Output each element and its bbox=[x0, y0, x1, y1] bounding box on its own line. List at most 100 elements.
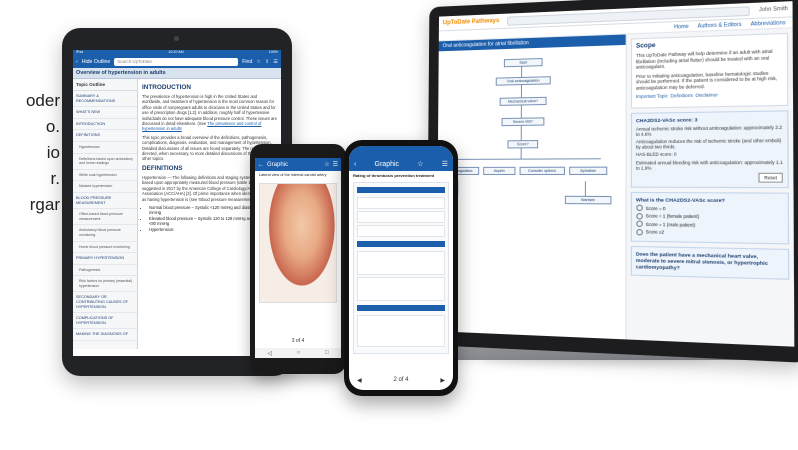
outline-subitem[interactable]: Definitions based upon ambulatory and ho… bbox=[73, 154, 137, 170]
user-menu[interactable]: John Smith bbox=[759, 6, 788, 14]
option-label: Score = 1 (female patient) bbox=[645, 213, 700, 220]
flow-box[interactable]: Severe MS? bbox=[501, 117, 545, 127]
nav-authors[interactable]: Authors & Editors bbox=[698, 21, 742, 29]
topic-outline: Topic Outline SUMMARY & RECOMMENDATIONS … bbox=[73, 79, 138, 349]
next-arrow-icon[interactable]: ▶ bbox=[440, 377, 445, 384]
outline-subitem[interactable]: White coat hypertension bbox=[73, 170, 137, 182]
table-row bbox=[357, 315, 445, 347]
flow-box[interactable]: Apixaban bbox=[569, 166, 608, 175]
side-text-line: o. bbox=[45, 117, 60, 136]
back-arrow-icon[interactable]: ← bbox=[258, 162, 264, 168]
option-label: Score = 1 (male patient) bbox=[645, 221, 696, 228]
flow-connector bbox=[520, 148, 522, 159]
back-chevron-icon[interactable]: ‹ bbox=[354, 161, 356, 168]
outline-item[interactable]: WHAT'S NEW bbox=[73, 107, 137, 119]
star-icon[interactable]: ☆ bbox=[256, 59, 261, 65]
home-circle-icon[interactable]: ○ bbox=[297, 350, 301, 356]
graphic-table bbox=[353, 182, 449, 354]
flow-box[interactable]: Consider options bbox=[519, 166, 565, 175]
outline-item[interactable]: MAKING THE DIAGNOSIS OF bbox=[73, 329, 137, 342]
android-nav-bar: ◁ ○ □ bbox=[255, 348, 341, 358]
menu-icon[interactable]: ☰ bbox=[333, 161, 338, 168]
paragraph: The prevalence of hypertension is high i… bbox=[142, 94, 277, 132]
scope-text: Prior to initiating anticoagulation, bas… bbox=[635, 69, 778, 91]
flow-box[interactable]: Oral anticoagulation bbox=[495, 76, 551, 86]
flow-box[interactable]: Warfarin bbox=[564, 195, 612, 205]
outline-item[interactable]: PRIMARY HYPERTENSION bbox=[73, 253, 137, 265]
table-row bbox=[357, 211, 445, 223]
share-icon[interactable]: ⇪ bbox=[265, 59, 269, 65]
reset-button[interactable]: Reset bbox=[758, 172, 783, 183]
table-row bbox=[357, 225, 445, 237]
option-label: Score = 0 bbox=[645, 205, 666, 212]
outline-item[interactable]: DEFINITIONS bbox=[73, 130, 137, 142]
outline-subitem[interactable]: Pathogenesis bbox=[73, 265, 137, 277]
flow-connector bbox=[520, 105, 522, 118]
outline-subitem[interactable]: Risk factors for primary (essential) hyp… bbox=[73, 276, 137, 293]
laptop: UpToDate Pathways John Smith Home Author… bbox=[426, 0, 798, 363]
pager: ◀ 2 of 4 ▶ bbox=[349, 377, 453, 384]
table-row bbox=[357, 197, 445, 209]
flow-connector bbox=[521, 66, 523, 77]
question-card: What is the CHA2DS2-VASc score? Score = … bbox=[630, 191, 790, 245]
back-triangle-icon[interactable]: ◁ bbox=[267, 350, 272, 357]
brand-logo[interactable]: UpToDate Pathways bbox=[443, 18, 500, 26]
table-header bbox=[357, 241, 445, 247]
side-text: oder o. io r. rgar bbox=[0, 88, 60, 218]
scope-link[interactable]: Disclaimer bbox=[695, 92, 718, 98]
score-result: CHA2DS2-VASc score: 3 Annual ischemic st… bbox=[630, 109, 789, 189]
flow-connector bbox=[520, 85, 523, 98]
table-row bbox=[357, 251, 445, 275]
recents-square-icon[interactable]: □ bbox=[325, 350, 329, 356]
graphic-caption: Lateral view of the internal carotid art… bbox=[259, 173, 327, 177]
star-icon[interactable]: ☆ bbox=[324, 161, 329, 168]
flow-box[interactable]: Aspirin bbox=[483, 166, 516, 175]
status-device: iPad bbox=[76, 50, 84, 54]
scope-text: This UpToDate Pathway will help determin… bbox=[635, 48, 773, 70]
outline-subitem[interactable]: Office-based blood pressure measurement bbox=[73, 209, 137, 226]
outline-subitem[interactable]: Ambulatory blood pressure monitoring bbox=[73, 225, 137, 242]
page-indicator: 2 of 4 bbox=[393, 377, 409, 383]
pathway-flowchart: Oral anticoagulation for atrial fibrilla… bbox=[436, 34, 627, 347]
flow-box[interactable]: Score? bbox=[507, 140, 539, 149]
menu-icon[interactable]: ☰ bbox=[273, 59, 278, 65]
outline-subitem[interactable]: Home blood pressure monitoring bbox=[73, 242, 137, 254]
table-row bbox=[357, 277, 445, 301]
option-radio[interactable]: Score = 1 (male patient) bbox=[635, 220, 783, 229]
outline-subitem[interactable]: Masked hypertension bbox=[73, 181, 137, 193]
hide-outline-button[interactable]: Hide Outline bbox=[82, 59, 111, 65]
option-radio[interactable]: Score = 1 (female patient) bbox=[635, 213, 783, 221]
outline-item[interactable]: COMPLICATIONS OF HYPERTENSION bbox=[73, 313, 137, 330]
outline-item[interactable]: INTRODUCTION bbox=[73, 119, 137, 131]
question-card: Does the patient have a mechanical heart… bbox=[630, 246, 790, 281]
flow-box[interactable]: Start bbox=[503, 57, 543, 68]
flow-box[interactable]: Mechanical valve? bbox=[499, 96, 547, 106]
side-text-line: oder bbox=[25, 91, 60, 110]
option-radio[interactable]: Score ≥2 bbox=[635, 228, 783, 238]
outline-subitem[interactable]: Hypertension bbox=[73, 142, 137, 154]
menu-icon[interactable]: ☰ bbox=[442, 160, 448, 168]
outline-item[interactable]: SUMMARY & RECOMMENDATIONS bbox=[73, 91, 137, 108]
question-text: Does the patient have a mechanical heart… bbox=[635, 252, 768, 273]
prev-arrow-icon[interactable]: ◀ bbox=[357, 377, 362, 384]
star-icon[interactable]: ☆ bbox=[417, 160, 423, 168]
flow-connector bbox=[520, 125, 522, 141]
nav-home[interactable]: Home bbox=[674, 23, 689, 30]
scope-link[interactable]: Important Topic bbox=[636, 93, 668, 99]
status-battery: 100% bbox=[268, 50, 278, 54]
back-chevron-icon[interactable]: ‹ bbox=[76, 59, 78, 65]
search-input[interactable]: Search UpToDate bbox=[114, 58, 239, 66]
outline-item[interactable]: SECONDARY OR CONTRIBUTING CAUSES OF HYPE… bbox=[73, 292, 137, 314]
flow-connector bbox=[584, 181, 586, 196]
graphic-subtitle: Rating of thrombosis prevention treatmen… bbox=[353, 173, 435, 178]
nav-abbreviations[interactable]: Abbreviations bbox=[751, 19, 786, 27]
option-radio[interactable]: Score = 0 bbox=[635, 205, 783, 213]
pathway-panel: Scope This UpToDate Pathway will help de… bbox=[626, 28, 794, 346]
side-text-line: rgar bbox=[29, 195, 60, 214]
outline-item[interactable]: BLOOD PRESSURE MEASUREMENT bbox=[73, 193, 137, 210]
table-header bbox=[357, 305, 445, 311]
score-line: HAS-BLED score: 0 bbox=[635, 151, 677, 158]
scope-link[interactable]: Definitions bbox=[671, 93, 693, 99]
find-button[interactable]: Find bbox=[242, 59, 252, 65]
option-label: Score ≥2 bbox=[645, 229, 665, 236]
